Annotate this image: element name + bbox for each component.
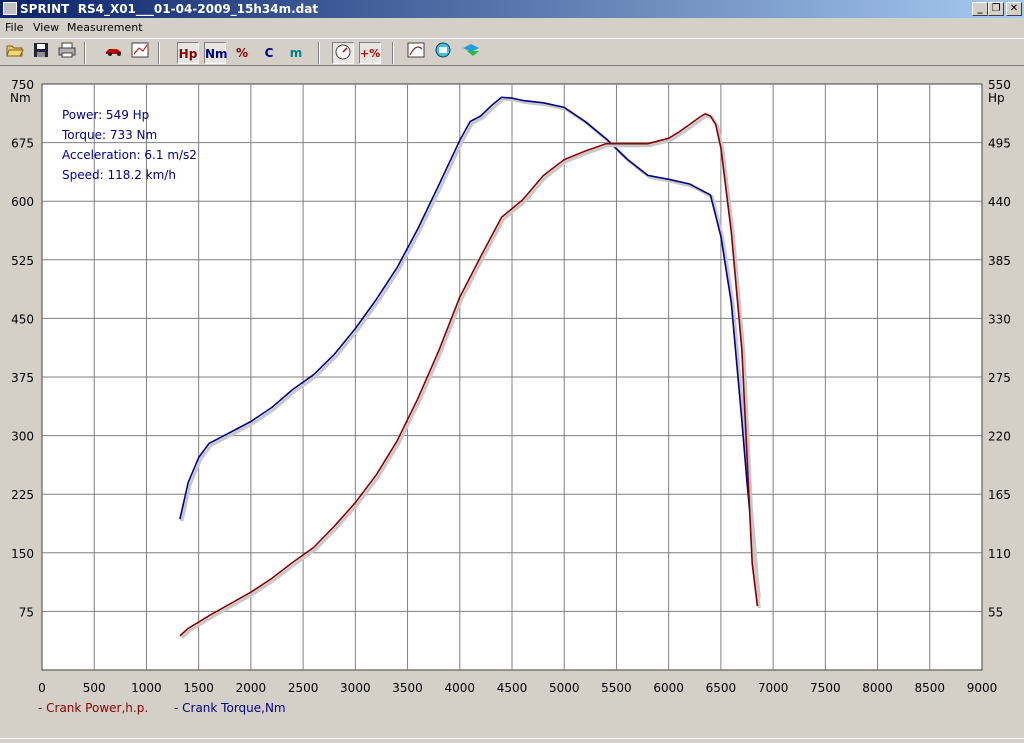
x-tick-label: 2500: [288, 681, 319, 695]
x-tick-label: 3000: [340, 681, 371, 695]
right-tick-label: 275: [988, 371, 1011, 385]
data-icon[interactable]: [432, 42, 454, 64]
x-tick-label: 6000: [653, 681, 684, 695]
save-icon[interactable]: [30, 42, 52, 64]
close-button[interactable]: ✕: [1006, 2, 1022, 16]
percent-toggle[interactable]: %: [231, 42, 253, 64]
left-tick-label: 375: [11, 371, 34, 385]
x-tick-label: 500: [83, 681, 106, 695]
menu-measurement[interactable]: Measurement: [67, 21, 143, 34]
x-tick-label: 4000: [445, 681, 476, 695]
x-tick-label: 4500: [497, 681, 528, 695]
right-tick-label: 550: [988, 78, 1011, 92]
x-tick-label: 0: [38, 681, 46, 695]
menu-bar: File View Measurement: [0, 18, 1024, 38]
plus-percent-toggle[interactable]: +%: [359, 42, 381, 64]
right-tick-label: 385: [988, 254, 1011, 268]
x-tick-label: 1500: [183, 681, 214, 695]
right-tick-label: 495: [988, 137, 1011, 151]
graph-window-icon[interactable]: [129, 42, 151, 64]
x-tick-label: 9000: [967, 681, 998, 695]
right-tick-label: 165: [988, 488, 1011, 502]
left-axis-unit: Nm: [10, 91, 31, 105]
right-tick-label: 330: [988, 312, 1011, 326]
left-tick-label: 600: [11, 195, 34, 209]
right-tick-label: 220: [988, 430, 1011, 444]
x-tick-label: 2000: [236, 681, 267, 695]
left-tick-label: 300: [11, 430, 34, 444]
left-tick-label: 450: [11, 312, 34, 326]
x-tick-label: 5500: [601, 681, 632, 695]
power-readout: Power: 549 Hp: [62, 108, 149, 122]
menu-file[interactable]: File: [5, 21, 23, 34]
right-axis-unit: Hp: [988, 91, 1005, 105]
restore-button[interactable]: ❐: [988, 2, 1004, 16]
legend-torque: - Crank Torque,Nm: [174, 701, 286, 715]
acceleration-readout: Acceleration: 6.1 m/s2: [62, 148, 197, 162]
car-icon[interactable]: [103, 42, 125, 64]
x-tick-label: 6500: [706, 681, 737, 695]
c-toggle[interactable]: C: [258, 42, 280, 64]
speed-readout: Speed: 118.2 km/h: [62, 168, 176, 182]
title-bar: SPRINT RS4_X01___01-04-2009_15h34m.dat _…: [0, 0, 1024, 18]
x-tick-label: 8500: [915, 681, 946, 695]
right-tick-label: 55: [988, 605, 1003, 619]
app-icon: [3, 2, 17, 15]
m-toggle[interactable]: m: [285, 42, 307, 64]
status-bar: [0, 738, 1024, 743]
x-tick-label: 7500: [810, 681, 841, 695]
minimize-button[interactable]: _: [972, 2, 988, 16]
x-tick-label: 5000: [549, 681, 580, 695]
window-title: SPRINT RS4_X01___01-04-2009_15h34m.dat: [20, 2, 319, 16]
left-tick-label: 525: [11, 254, 34, 268]
x-tick-label: 7000: [758, 681, 789, 695]
nm-toggle[interactable]: Nm: [204, 42, 228, 64]
x-tick-label: 3500: [392, 681, 423, 695]
toolbar: Hp Nm % C m +%: [0, 38, 1024, 66]
right-tick-label: 110: [988, 547, 1011, 561]
x-tick-label: 8000: [862, 681, 893, 695]
right-tick-label: 440: [988, 195, 1011, 209]
left-tick-label: 150: [11, 547, 34, 561]
menu-view[interactable]: View: [33, 21, 59, 34]
left-tick-label: 750: [11, 78, 34, 92]
legend-power: - Crank Power,h.p.: [38, 701, 148, 715]
curve-icon[interactable]: [405, 42, 427, 64]
open-folder-icon[interactable]: [4, 42, 26, 64]
print-icon[interactable]: [56, 42, 78, 64]
gauge-icon[interactable]: [332, 42, 354, 64]
dyno-chart: 0 500 1000 1500 2000 2500 3000 3500 4000 4500 5000…: [0, 66, 1024, 738]
torque-readout: Torque: 733 Nm: [61, 128, 157, 142]
x-tick-label: 1000: [131, 681, 162, 695]
left-tick-label: 75: [19, 605, 34, 619]
hp-toggle[interactable]: Hp: [177, 42, 199, 64]
left-tick-label: 225: [11, 488, 34, 502]
export-icon[interactable]: [460, 42, 482, 64]
left-tick-label: 675: [11, 137, 34, 151]
